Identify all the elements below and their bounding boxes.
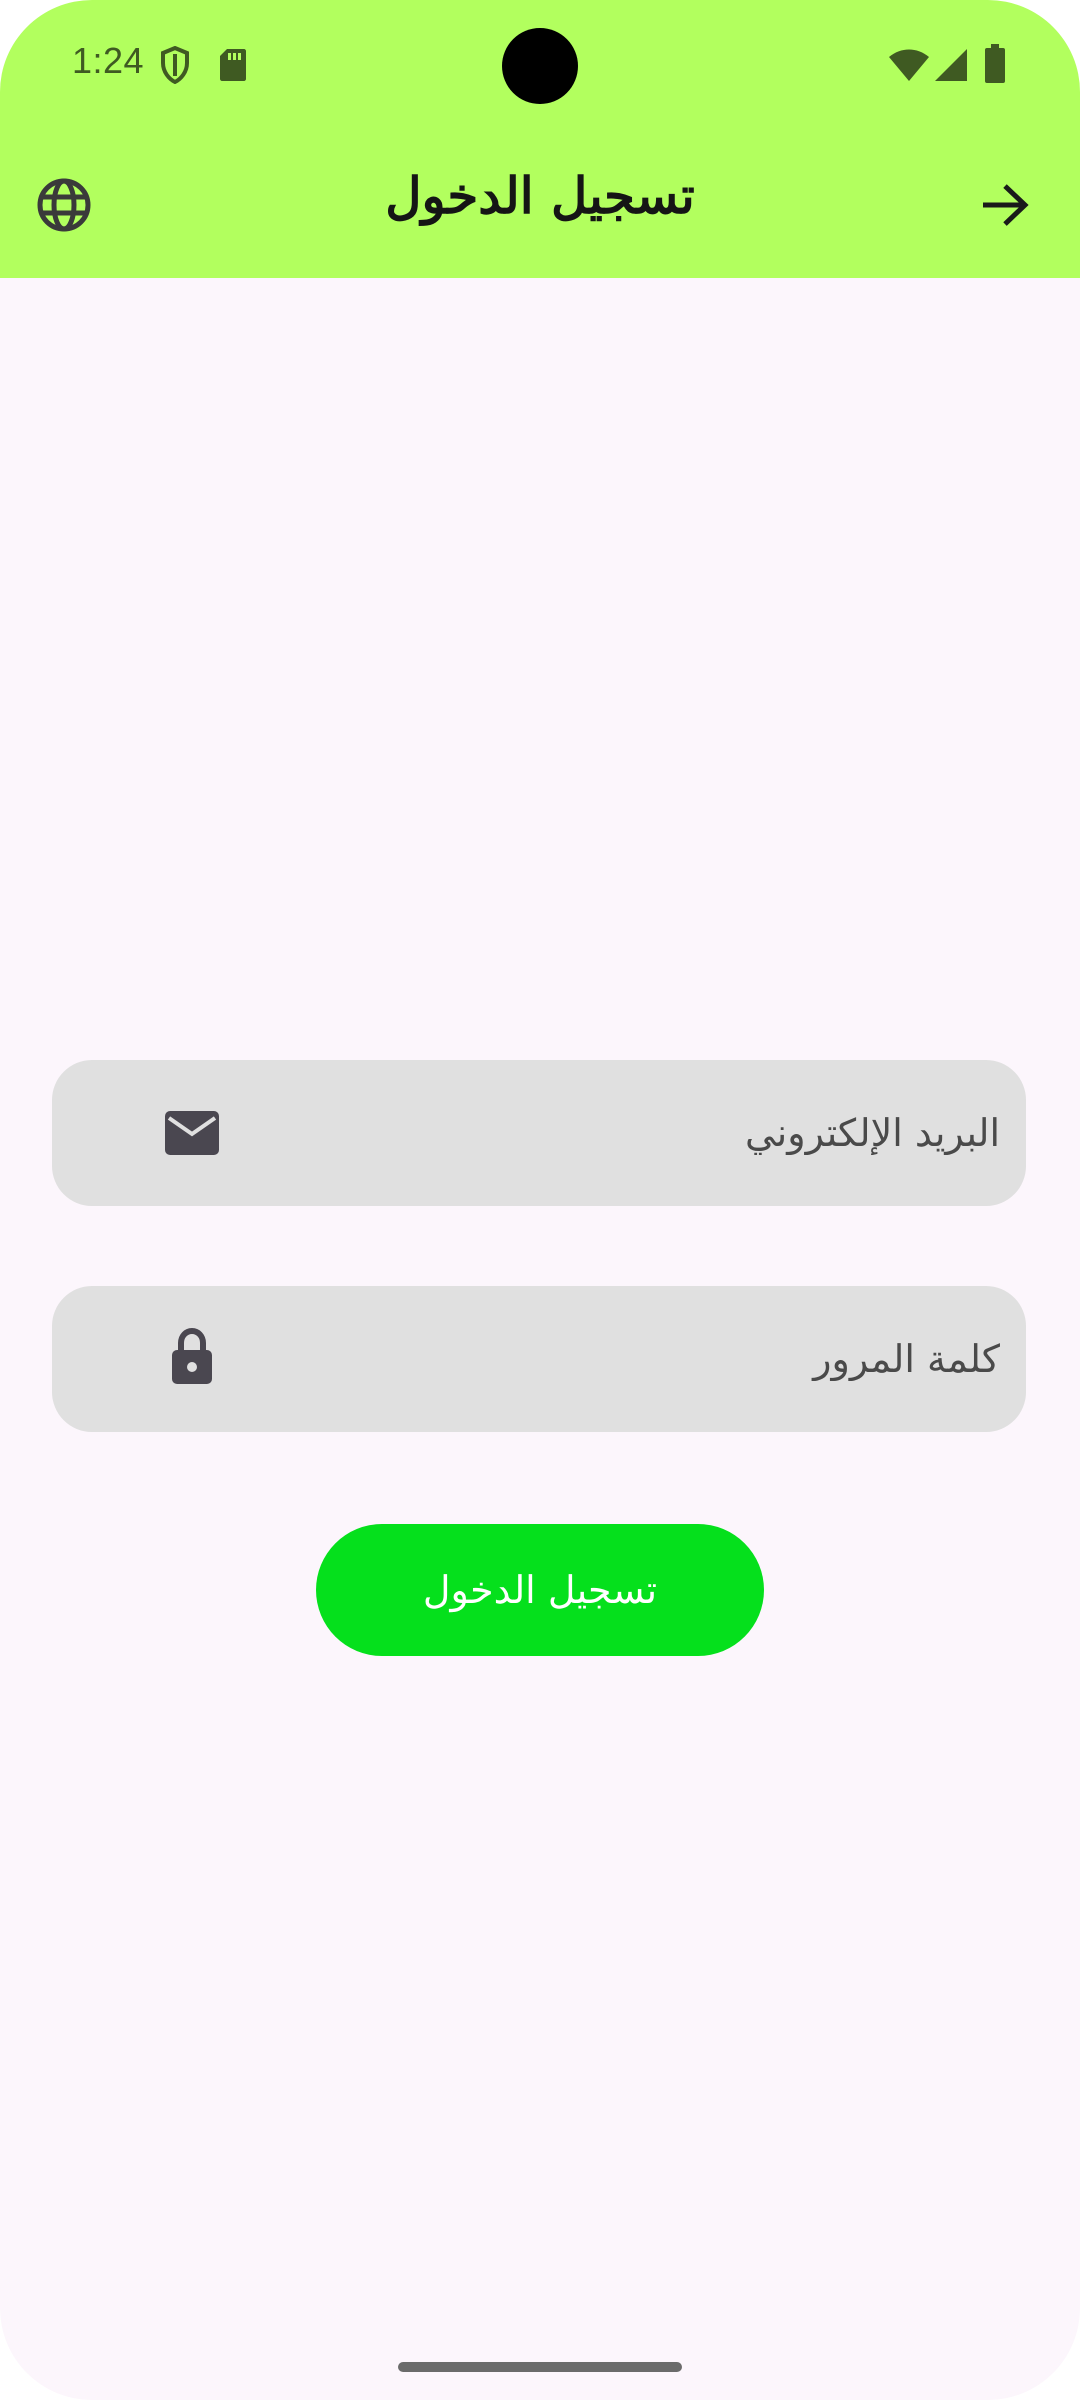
battery-icon	[984, 44, 1006, 88]
camera-cutout	[502, 28, 578, 104]
signal-icon	[934, 48, 968, 86]
phone-screen: 1:24 تسجيل الدخول البريد الإلكتروني تسجي…	[0, 0, 1080, 2400]
login-button[interactable]: تسجيل الدخول	[316, 1524, 764, 1656]
arrow-forward-icon[interactable]	[960, 160, 1050, 250]
globe-icon[interactable]	[19, 160, 109, 250]
home-indicator[interactable]	[398, 2362, 682, 2372]
lock-icon	[160, 1327, 224, 1384]
page-title: تسجيل الدخول	[385, 166, 695, 225]
email-field[interactable]	[52, 1060, 1026, 1206]
app-bar: تسجيل الدخول	[0, 132, 1080, 278]
status-bar: 1:24	[0, 0, 1080, 132]
shield-icon	[160, 45, 190, 88]
wifi-icon	[888, 48, 930, 86]
password-field[interactable]	[52, 1286, 1026, 1432]
email-input[interactable]	[252, 1060, 1000, 1206]
password-input[interactable]	[252, 1286, 1000, 1432]
status-time: 1:24	[72, 40, 145, 81]
email-icon	[160, 1105, 224, 1161]
sd-card-icon	[219, 48, 247, 86]
